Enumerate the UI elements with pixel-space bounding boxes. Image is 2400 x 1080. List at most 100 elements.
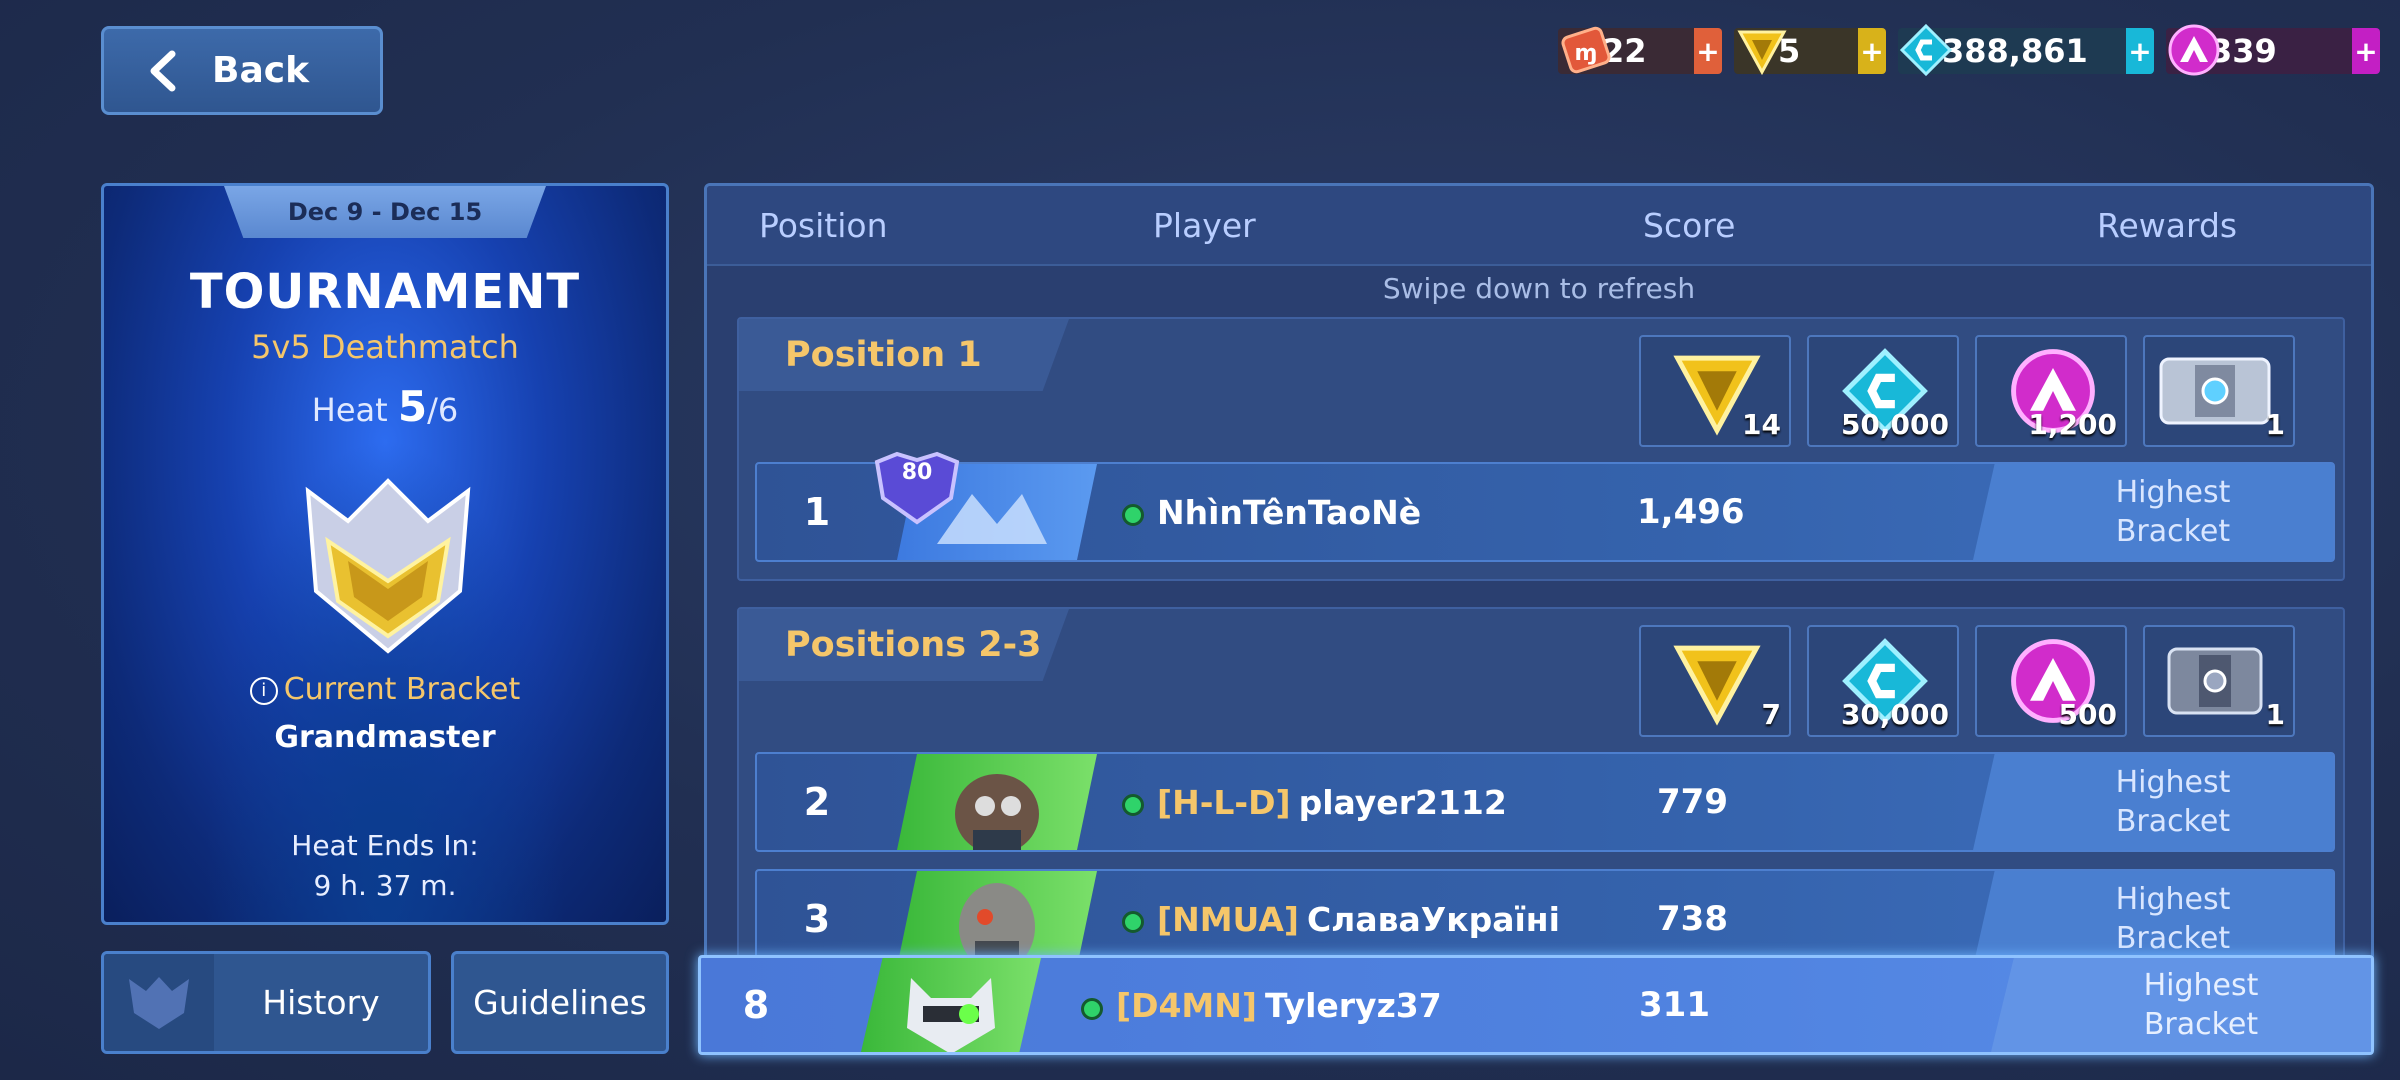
reward-item[interactable]: 14 [1639, 335, 1791, 447]
level-number: 80 [901, 460, 933, 485]
player-name: [H-L-D] player2112 [1157, 754, 1507, 850]
reward-line-1: Highest [2115, 882, 2231, 917]
level-badge: 80 [867, 448, 967, 528]
leaderboard-header: Position Player Score Rewards [707, 186, 2371, 266]
info-icon[interactable]: i [249, 676, 278, 705]
player-name-text: player2112 [1298, 782, 1507, 822]
currency-tickets: 22 + ɱ [1558, 26, 1722, 76]
bracket-label: Current Bracket [283, 672, 521, 707]
table-row[interactable]: 2 [H-L-D] player2112 779 Highest Bracket [755, 752, 2335, 852]
currency-rank-tokens: 5 + [1734, 26, 1886, 76]
row-position: 3 [803, 897, 831, 941]
player-name: NhìnTênTaoNè [1157, 464, 1421, 560]
reward-count: 7 [1761, 698, 1781, 731]
rank-token-icon [1673, 645, 1761, 726]
reward-item[interactable]: 1,200 [1975, 335, 2127, 447]
online-status-icon [1081, 998, 1103, 1020]
row-position: 2 [803, 780, 831, 824]
reward-item[interactable]: 50,000 [1807, 335, 1959, 447]
chevron-left-icon [150, 50, 176, 91]
reward-item[interactable]: 1 [2143, 625, 2295, 737]
clan-tag: [NMUA] [1157, 899, 1299, 939]
robot-avatar-icon [955, 774, 1039, 850]
reward-count: 30,000 [1840, 698, 1949, 731]
column-rewards: Rewards [2097, 206, 2238, 245]
online-status-icon [1122, 794, 1144, 816]
reward-line-2: Bracket [2115, 514, 2231, 549]
reward-line-1: Highest [2115, 765, 2231, 800]
row-reward: Highest Bracket [1973, 871, 2333, 967]
player-name-text: NhìnTênTaoNè [1157, 492, 1422, 532]
column-player: Player [1153, 206, 1256, 245]
row-position: 1 [803, 490, 831, 534]
leaderboard-panel: Position Player Score Rewards Swipe down… [704, 183, 2374, 1055]
history-button[interactable]: History [101, 951, 431, 1054]
refresh-hint: Swipe down to refresh [1382, 272, 1696, 305]
player-avatar [897, 871, 1097, 967]
reward-line-2: Bracket [2115, 921, 2231, 956]
reward-line-1: Highest [2143, 968, 2259, 1003]
reward-count: 14 [1742, 408, 1781, 441]
supply-crate-icon [2167, 647, 2263, 715]
ticket-icon: ɱ [1561, 26, 1611, 74]
add-credits-button[interactable]: + [2126, 28, 2154, 74]
history-label: History [262, 983, 380, 1022]
tournament-title: TOURNAMENT [189, 264, 581, 320]
currency-au: 339 + [2166, 24, 2380, 76]
reward-count: 1,200 [2028, 408, 2117, 441]
online-status-icon [1122, 911, 1144, 933]
add-au-button[interactable]: + [2352, 28, 2380, 74]
bracket-history-icon [129, 976, 189, 1029]
bracket-name: Grandmaster [274, 720, 496, 755]
player-name: [D4MN] Tyleryz37 [1116, 958, 1442, 1052]
reward-count: 50,000 [1840, 408, 1949, 441]
reward-item[interactable]: 7 [1639, 625, 1791, 737]
player-score: 738 [1657, 899, 1728, 939]
player-score: 779 [1657, 782, 1728, 822]
reward-item[interactable]: 1 [2143, 335, 2295, 447]
player-name-text: СлаваУкраїні [1306, 899, 1560, 939]
current-player-row[interactable]: 8 [D4MN] Tyleryz37 311 Highest Bracket [698, 955, 2374, 1055]
row-position: 8 [742, 983, 770, 1027]
player-avatar [897, 754, 1097, 850]
clan-tag: [H-L-D] [1157, 782, 1291, 822]
back-button[interactable]: Back [101, 26, 383, 115]
tournament-dates: Dec 9 - Dec 15 [224, 186, 546, 238]
reward-line-1: Highest [2115, 475, 2231, 510]
online-status-icon [1122, 504, 1144, 526]
heat-indicator: Heat 5/6 [104, 382, 666, 431]
reward-line-2: Bracket [2143, 1007, 2259, 1042]
reward-item[interactable]: 30,000 [1807, 625, 1959, 737]
row-reward: Highest Bracket [1973, 464, 2333, 560]
credits-icon [1899, 23, 1953, 77]
add-rank-tokens-button[interactable]: + [1858, 28, 1886, 74]
row-reward: Highest Bracket [1973, 754, 2333, 850]
clan-tag: [D4MN] [1116, 985, 1257, 1025]
heat-ends-value: 9 h. 37 m. [313, 869, 457, 902]
group-title: Positions 2-3 [739, 609, 1069, 681]
table-row[interactable]: 1 NhìnTênTaoNè 1,496 Highest Bracket [755, 462, 2335, 562]
column-position: Position [759, 206, 888, 245]
grandmaster-emblem-icon [305, 478, 471, 654]
reward-item[interactable]: 500 [1975, 625, 2127, 737]
heat-end-timer: Heat Ends In: 9 h. 37 m. [104, 826, 666, 906]
player-score: 311 [1639, 985, 1710, 1025]
heat-total: /6 [427, 391, 459, 429]
player-avatar [861, 958, 1041, 1052]
reward-count: 1 [2265, 698, 2285, 731]
add-tickets-button[interactable]: + [1694, 28, 1722, 74]
supply-crate-icon [2159, 357, 2271, 425]
raccoon-avatar-icon [907, 978, 995, 1052]
reward-count: 500 [2058, 698, 2117, 731]
heat-ends-label: Heat Ends In: [291, 829, 479, 862]
current-bracket: i Current Bracket [104, 672, 666, 707]
tournament-mode: 5v5 Deathmatch [251, 328, 519, 366]
currency-credits: 388,861 + [1898, 23, 2154, 77]
player-name: [NMUA] СлаваУкраїні [1157, 871, 1560, 967]
table-row[interactable]: 3 [NMUA] СлаваУкраїні 738 Highest Bracket [755, 869, 2335, 969]
svg-text:ɱ: ɱ [1575, 41, 1598, 66]
column-score: Score [1643, 206, 1736, 245]
row-reward: Highest Bracket [1991, 958, 2371, 1052]
guidelines-button[interactable]: Guidelines [451, 951, 669, 1054]
back-label: Back [212, 50, 310, 91]
